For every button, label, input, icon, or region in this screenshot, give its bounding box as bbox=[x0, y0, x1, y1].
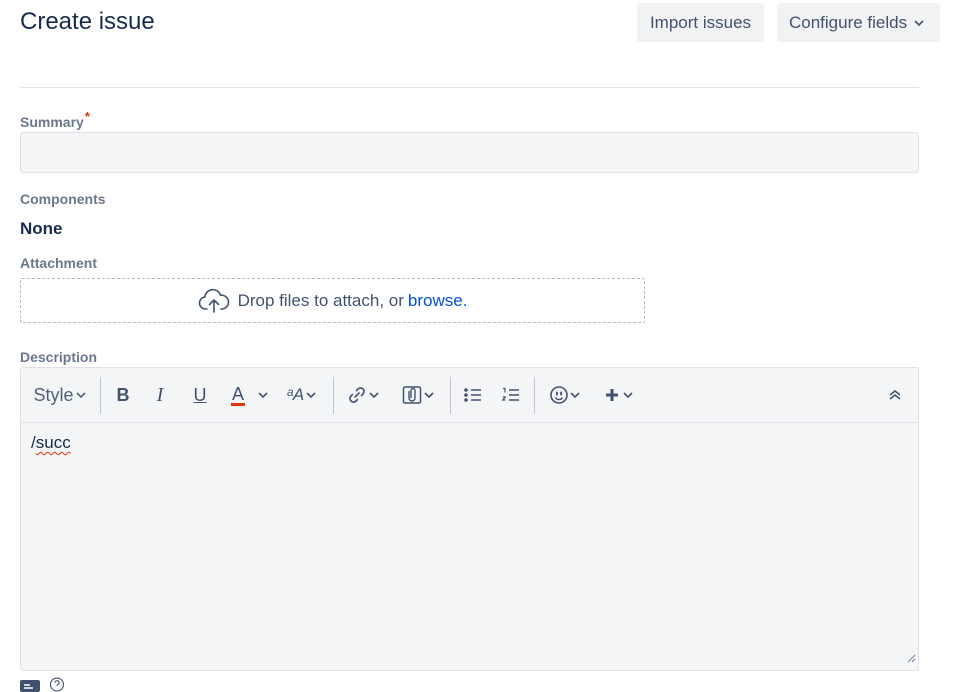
text-size-label: ᵃA bbox=[286, 385, 305, 404]
style-label: Style bbox=[33, 384, 74, 405]
chevron-down-icon bbox=[423, 389, 435, 401]
bold-button[interactable]: B bbox=[111, 368, 135, 422]
text-color-label: A bbox=[230, 383, 245, 406]
toolbar-separator bbox=[450, 377, 451, 414]
chevron-down-icon bbox=[913, 17, 925, 29]
description-editor: Style B I U A ᵃA /succ bbox=[20, 367, 919, 671]
emoji-button[interactable] bbox=[545, 368, 585, 422]
attachment-dropzone[interactable]: Drop files to attach, or browse. bbox=[20, 278, 645, 323]
insert-more-button[interactable] bbox=[601, 368, 637, 422]
summary-label: Summary* bbox=[20, 109, 90, 130]
italic-button[interactable]: I bbox=[148, 368, 172, 422]
numbered-list-button[interactable] bbox=[499, 368, 523, 422]
attachment-icon bbox=[401, 384, 423, 406]
plus-icon bbox=[604, 387, 620, 403]
chevron-down-icon bbox=[368, 389, 380, 401]
summary-label-text: Summary bbox=[20, 114, 84, 130]
numbered-list-icon bbox=[501, 386, 521, 404]
help-icon[interactable] bbox=[46, 677, 68, 692]
chevron-down-icon[interactable] bbox=[255, 368, 271, 422]
header-divider bbox=[20, 87, 919, 88]
required-mark: * bbox=[84, 109, 90, 124]
toolbar-separator bbox=[333, 377, 334, 414]
text-color-button[interactable]: A bbox=[226, 368, 250, 422]
editor-footer bbox=[20, 677, 68, 692]
description-label: Description bbox=[20, 349, 98, 365]
configure-fields-button[interactable]: Configure fields bbox=[777, 3, 940, 42]
collapse-icon bbox=[888, 388, 902, 402]
toolbar-separator bbox=[100, 377, 101, 414]
emoji-icon bbox=[549, 385, 569, 405]
components-label: Components bbox=[20, 191, 106, 207]
browse-link[interactable]: browse. bbox=[408, 291, 468, 311]
bullet-list-button[interactable] bbox=[461, 368, 485, 422]
link-icon bbox=[346, 384, 368, 406]
components-value[interactable]: None bbox=[20, 219, 63, 239]
chevron-down-icon bbox=[75, 389, 87, 401]
toolbar-separator bbox=[534, 377, 535, 414]
import-issues-label: Import issues bbox=[649, 12, 752, 32]
text-size-button[interactable]: ᵃA bbox=[282, 368, 322, 422]
style-dropdown[interactable]: Style bbox=[33, 368, 87, 422]
drop-text: Drop files to attach, or bbox=[237, 290, 404, 310]
import-issues-button[interactable]: Import issues bbox=[637, 3, 764, 42]
text-mode-icon[interactable] bbox=[20, 677, 40, 692]
link-button[interactable] bbox=[343, 368, 383, 422]
attachment-button[interactable] bbox=[398, 368, 438, 422]
description-textarea[interactable]: /succ bbox=[21, 423, 918, 670]
page-title: Create issue bbox=[20, 8, 155, 35]
bullet-list-icon bbox=[463, 386, 483, 404]
chevron-down-icon bbox=[305, 389, 317, 401]
misspelled-word: succ bbox=[35, 433, 71, 452]
chevron-down-icon bbox=[569, 389, 581, 401]
editor-toolbar: Style B I U A ᵃA bbox=[21, 368, 918, 423]
resize-handle-icon[interactable] bbox=[906, 648, 916, 668]
chevron-down-icon bbox=[622, 389, 634, 401]
summary-input[interactable] bbox=[20, 132, 919, 173]
configure-fields-label: Configure fields bbox=[789, 12, 908, 32]
underline-button[interactable]: U bbox=[188, 368, 212, 422]
attachment-label: Attachment bbox=[20, 255, 98, 271]
collapse-toolbar-button[interactable] bbox=[883, 368, 907, 422]
cloud-upload-icon bbox=[198, 288, 230, 314]
